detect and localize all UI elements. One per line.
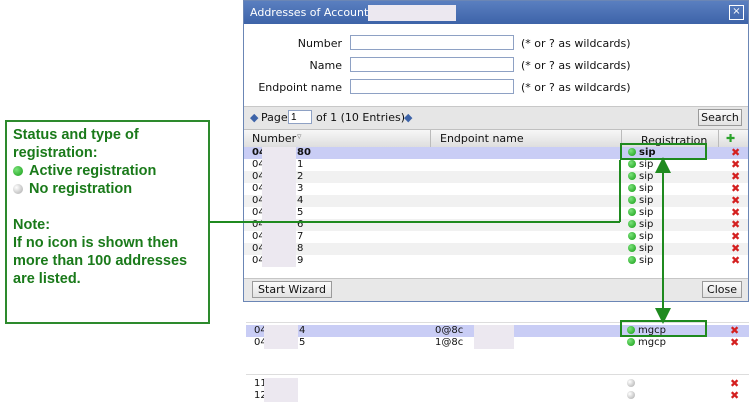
- connector-lines: [210, 157, 671, 324]
